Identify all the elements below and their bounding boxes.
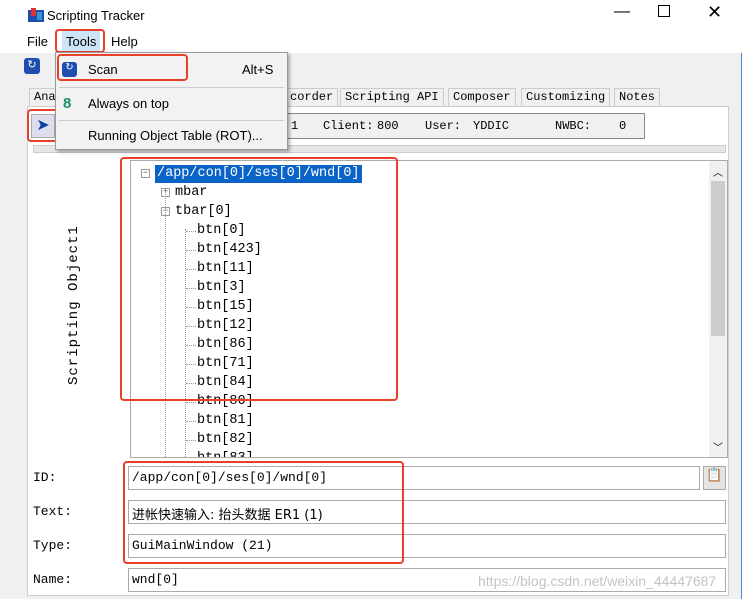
text-label: Text: <box>33 504 73 519</box>
tree-scrollbar[interactable]: ︿ ﹀ <box>709 161 727 457</box>
side-label: Scripting Object1 <box>66 225 82 385</box>
title-bar: Scripting Tracker — ✕ <box>0 0 742 31</box>
tab-composer[interactable]: Composer <box>448 88 516 106</box>
tree-node[interactable]: btn[81] <box>197 412 254 430</box>
tab-notes[interactable]: Notes <box>614 88 661 106</box>
maximize-button[interactable] <box>658 5 670 17</box>
highlight-fields <box>123 461 404 564</box>
tree-node[interactable]: btn[83] <box>197 450 254 457</box>
window-title: Scripting Tracker <box>47 8 145 23</box>
scan-shortcut: Alt+S <box>242 62 274 77</box>
highlight-tools <box>55 29 105 53</box>
id-label: ID: <box>33 470 57 485</box>
close-button[interactable]: ✕ <box>707 2 722 23</box>
toolbar-scan-button[interactable]: ↻ <box>24 58 40 74</box>
scroll-down-icon[interactable]: ﹀ <box>713 439 723 454</box>
menu-bar: File Tools Help <box>0 31 742 53</box>
menu-file[interactable]: File <box>27 34 48 49</box>
menu-help[interactable]: Help <box>111 34 138 49</box>
copy-button[interactable]: 📋 <box>703 466 726 490</box>
watermark: https://blog.csdn.net/weixin_44447687 <box>478 573 717 589</box>
minimize-button[interactable]: — <box>614 3 630 21</box>
type-label: Type: <box>33 538 73 553</box>
scroll-up-icon[interactable]: ︿ <box>713 164 723 179</box>
clipboard-icon: 📋 <box>706 467 723 482</box>
highlight-scan <box>57 54 188 81</box>
scripting-tracker-window: Scripting Tracker — ✕ File Tools Help ↻ … <box>0 0 742 599</box>
highlight-tree <box>120 157 398 401</box>
tab-customizing[interactable]: Customizing <box>521 88 611 106</box>
menu-item-rot[interactable]: Running Object Table (ROT)... <box>56 121 287 151</box>
pin-icon: 8 <box>63 95 72 112</box>
tab-recorder[interactable]: corder <box>285 88 339 106</box>
menu-item-always-on-top[interactable]: 8 Always on top <box>56 89 287 119</box>
app-icon <box>28 8 44 22</box>
scrollbar-thumb[interactable] <box>711 181 725 336</box>
name-label: Name: <box>33 572 73 587</box>
tree-node[interactable]: btn[82] <box>197 431 254 449</box>
tab-scripting-api[interactable]: Scripting API <box>340 88 444 106</box>
session-info: 1 Client: 800 User: YDDIC NWBC: 0 <box>282 113 645 139</box>
